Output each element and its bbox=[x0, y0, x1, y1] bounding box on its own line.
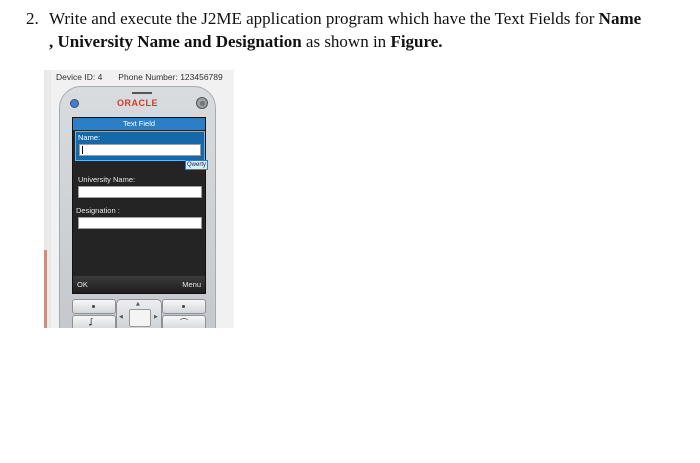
nav-select-button[interactable] bbox=[129, 309, 151, 327]
question-bold-fields: University Name and Designation bbox=[57, 32, 302, 51]
left-soft-button[interactable] bbox=[72, 299, 116, 314]
navigation-pad[interactable]: ▲ ◀ ▶ bbox=[116, 299, 162, 328]
designation-label: Designation : bbox=[76, 206, 120, 215]
nav-right-arrow-icon[interactable]: ▶ bbox=[154, 314, 158, 320]
question-bold-figure: Figure. bbox=[390, 32, 443, 51]
nav-up-arrow-icon[interactable]: ▲ bbox=[136, 301, 140, 307]
name-field-focus[interactable]: Name: bbox=[75, 131, 205, 161]
university-name-input[interactable] bbox=[78, 186, 202, 198]
call-icon: ʆ bbox=[90, 317, 93, 326]
nav-left-arrow-icon[interactable]: ◀ bbox=[119, 314, 123, 320]
emulator-left-edge bbox=[44, 70, 51, 328]
question-bold-comma: , bbox=[49, 32, 58, 51]
university-name-label: University Name: bbox=[78, 175, 136, 184]
device-id-label: Device ID: 4 bbox=[56, 72, 103, 82]
right-soft-button[interactable] bbox=[162, 299, 206, 314]
name-label: Name: bbox=[78, 133, 101, 142]
phone-body: ORACLE Text Field Name: Qwerty Universit… bbox=[59, 86, 216, 328]
designation-input[interactable] bbox=[78, 217, 202, 229]
phone-number-label: Phone Number: 123456789 bbox=[118, 72, 223, 82]
question-number: 2. bbox=[26, 9, 39, 28]
end-call-button[interactable]: ⌒ bbox=[162, 315, 206, 328]
soft-key-ok[interactable]: OK bbox=[77, 280, 88, 289]
right-soft-dot-icon bbox=[182, 305, 185, 308]
soft-key-menu[interactable]: Menu bbox=[182, 280, 201, 289]
input-mode-indicator: Qwerty bbox=[185, 160, 209, 170]
emulator-figure: Device ID: 4 Phone Number: 123456789 ORAC… bbox=[44, 70, 234, 328]
end-call-icon: ⌒ bbox=[180, 318, 188, 327]
question-text-part-3: as shown in bbox=[301, 32, 391, 51]
power-button-icon[interactable] bbox=[196, 97, 208, 109]
emulator-header: Device ID: 4 Phone Number: 123456789 bbox=[56, 72, 234, 82]
left-soft-dot-icon bbox=[92, 305, 95, 308]
text-cursor bbox=[82, 146, 83, 154]
phone-screen: Text Field Name: Qwerty University Name:… bbox=[72, 117, 209, 294]
speaker-slot bbox=[132, 92, 152, 94]
brand-logo: ORACLE bbox=[117, 98, 158, 108]
screen-title: Text Field bbox=[73, 118, 205, 130]
name-input[interactable] bbox=[79, 144, 201, 156]
keypad: ʆ ⌒ ▲ ◀ ▶ bbox=[72, 299, 206, 328]
question-bold-name: Name bbox=[598, 9, 642, 28]
emulator-red-strip bbox=[44, 250, 47, 328]
question-text-part-1: Write and execute the J2ME application p… bbox=[49, 9, 599, 28]
call-button[interactable]: ʆ bbox=[72, 315, 116, 328]
question-body: Write and execute the J2ME application p… bbox=[49, 7, 649, 53]
